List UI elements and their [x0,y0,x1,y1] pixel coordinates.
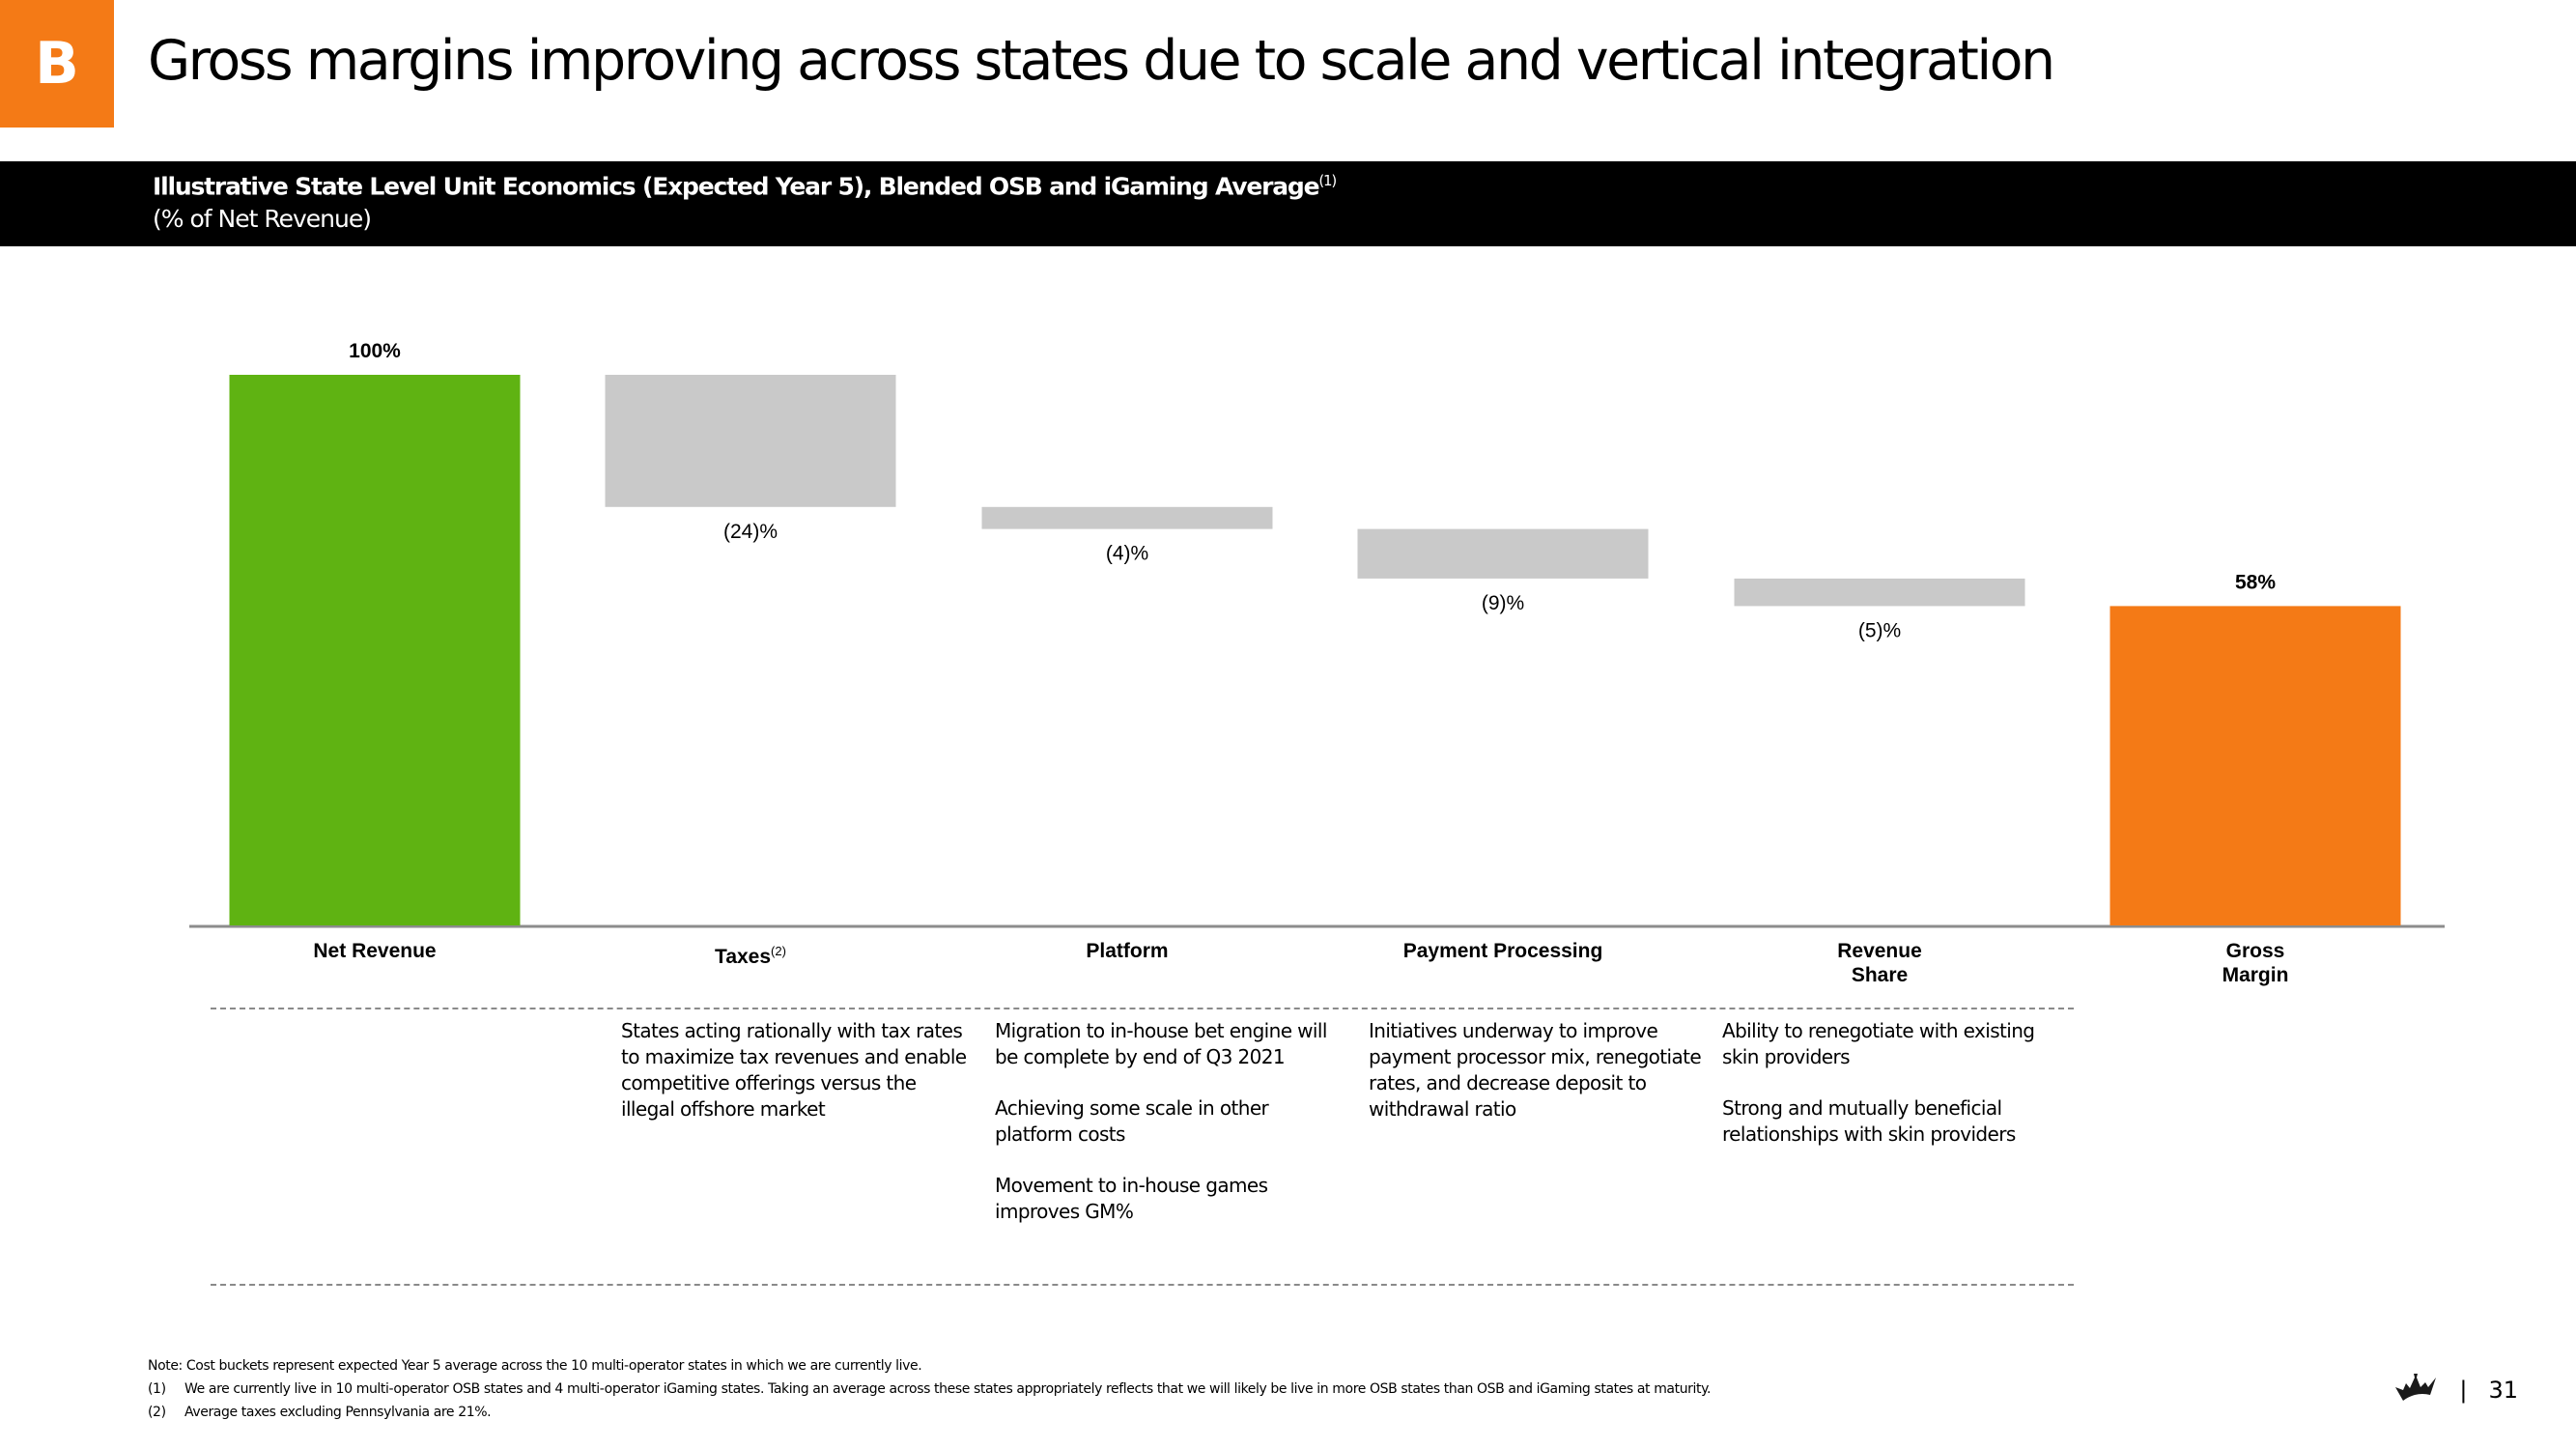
data-label: (24)% [723,521,778,543]
bar-platform [981,506,1273,529]
bar-payment-processing [1357,528,1649,579]
page-number: 31 [2488,1377,2518,1404]
description-taxes: States acting rationally with tax rates … [621,1018,969,1148]
bar-gross-margin [2109,606,2401,925]
footnote-1: (1) We are currently live in 10 multi-op… [148,1378,1711,1401]
description-revenue-share: Ability to renegotiate with existing ski… [1722,1018,2070,1173]
category-label: Revenue Share [1837,940,1922,986]
category-label: Platform [1086,940,1169,962]
footnote-text: We are currently live in 10 multi-operat… [184,1381,1712,1397]
data-label: 100% [349,340,401,362]
category-label: Payment Processing [1402,940,1603,962]
bar-net-revenue [229,375,521,925]
description-payment-processing: Initiatives underway to improve payment … [1369,1018,1716,1148]
footnote-2: (2) Average taxes excluding Pennsylvania… [148,1401,1711,1424]
footer-separator: | [2459,1377,2468,1404]
footnote-key: (1) [148,1381,166,1397]
description-paragraph: Achieving some scale in other platform c… [995,1096,1269,1146]
data-label: (5)% [1858,619,1901,641]
footnote-text: Average taxes excluding Pennsylvania are… [184,1405,492,1420]
category-label: Gross Margin [2222,940,2289,986]
bar-revenue-share [1734,578,2025,607]
crown-icon [2393,1372,2438,1408]
description-paragraph: States acting rationally with tax rates … [621,1019,967,1121]
dashed-divider-top [211,1008,2074,1009]
waterfall-chart: 100% (24)% (4)% (9)% (5)% 58% [189,340,2445,928]
data-label: 58% [2235,571,2276,593]
description-paragraph: Initiatives underway to improve payment … [1369,1019,1702,1121]
category-label: Net Revenue [313,940,437,962]
note-text: Note: Cost buckets represent expected Ye… [148,1358,922,1374]
dashed-divider-bottom [211,1284,2074,1286]
description-paragraph: Ability to renegotiate with existing ski… [1722,1019,2035,1068]
description-paragraph: Movement to in-house games improves GM% [995,1174,1268,1223]
category-label: Taxes(2) [715,944,786,968]
bar-taxes [605,375,896,507]
data-label: (9)% [1482,592,1524,614]
data-label: (4)% [1106,543,1148,565]
description-paragraph: Migration to in-house bet engine will be… [995,1019,1327,1068]
category-footnote: (2) [771,944,786,958]
description-paragraph: Strong and mutually beneficial relations… [1722,1096,2016,1146]
footnote-key: (2) [148,1405,166,1420]
description-platform: Migration to in-house bet engine will be… [995,1018,1343,1250]
footnotes: Note: Cost buckets represent expected Ye… [148,1354,1711,1424]
page-footer: | 31 [2393,1372,2518,1408]
